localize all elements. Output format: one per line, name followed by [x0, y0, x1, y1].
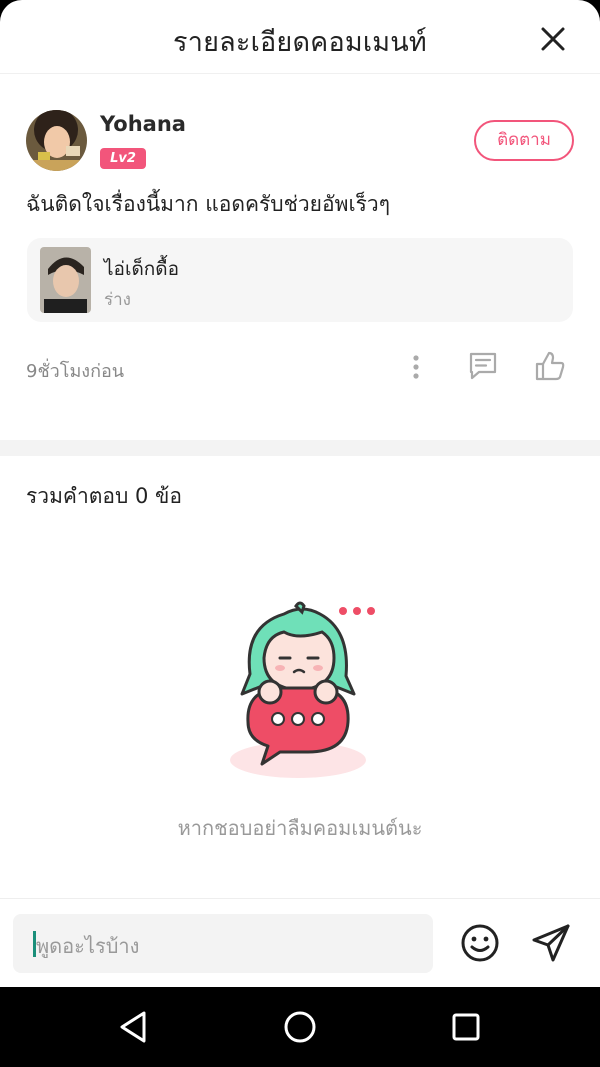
book-cover [40, 247, 91, 313]
empty-state-message: หากชอบอย่าลืมคอมเมนต์นะ [177, 816, 423, 840]
reply-icon[interactable] [467, 350, 499, 382]
avatar-image [26, 110, 87, 171]
level-badge: Lv2 [100, 148, 146, 169]
replies-count: รวมคำตอบ 0 ข้อ [26, 484, 183, 508]
book-status: ร่าง [104, 290, 131, 310]
close-icon[interactable] [536, 22, 570, 56]
comment-input-bar: พูดอะไรบ้าง [0, 898, 600, 987]
comment-detail-sheet: รายละเอียดคอมเมนท์ Yohana Lv2 ติดตาม ฉัน… [0, 0, 600, 987]
system-nav-bar [0, 987, 600, 1067]
book-title: ไอ่เด็กดื้อ [104, 258, 180, 280]
empty-state-mascot-icon [230, 601, 375, 778]
section-divider [0, 440, 600, 456]
comment-input[interactable]: พูดอะไรบ้าง [13, 914, 433, 973]
timestamp: 9ชั่วโมงก่อน [26, 361, 125, 382]
page-title: รายละเอียดคอมเมนท์ [173, 27, 427, 58]
emoji-icon[interactable] [460, 923, 500, 963]
header: รายละเอียดคอมเมนท์ [0, 0, 600, 74]
comment-text: ฉันติดใจเรื่องนี้มาก แอดครับช่วยอัพเร็วๆ [26, 192, 390, 216]
send-icon[interactable] [530, 923, 572, 963]
nav-back-icon[interactable] [116, 1009, 152, 1045]
username[interactable]: Yohana [100, 112, 186, 136]
more-icon[interactable] [404, 352, 428, 382]
book-card[interactable]: ไอ่เด็กดื้อ ร่าง [27, 238, 573, 322]
nav-recents-icon[interactable] [450, 1011, 482, 1043]
avatar[interactable] [26, 110, 87, 171]
text-caret [33, 931, 36, 957]
nav-home-icon[interactable] [282, 1009, 318, 1045]
comment-input-placeholder: พูดอะไรบ้าง [36, 934, 140, 958]
follow-button[interactable]: ติดตาม [474, 120, 574, 161]
like-icon[interactable] [533, 349, 567, 383]
